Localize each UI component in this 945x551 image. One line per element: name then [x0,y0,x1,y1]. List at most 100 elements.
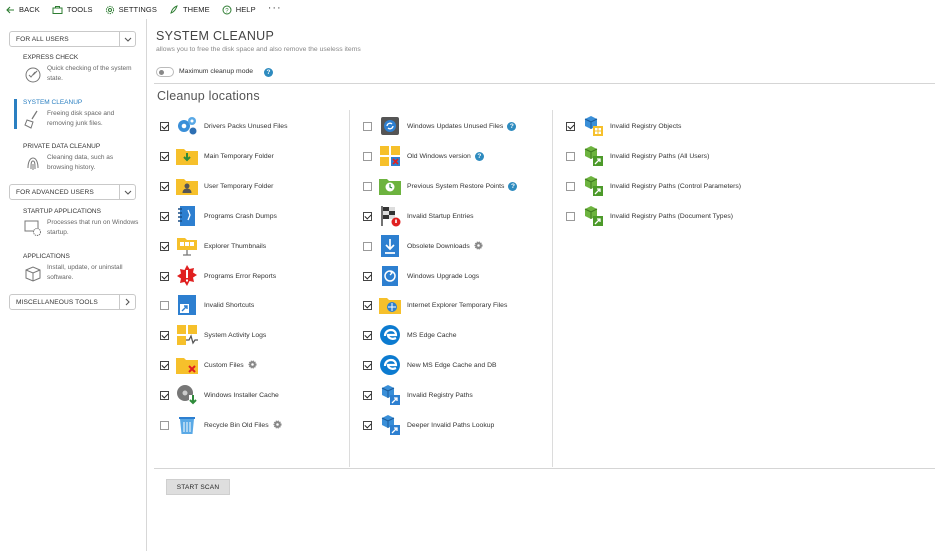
sidebar-item-applications[interactable]: APPLICATIONS Install, update, or uninsta… [14,253,142,289]
chevron-down-icon [119,185,135,199]
cleanup-item[interactable]: Invalid Shortcuts [160,293,254,317]
cleanup-item-label: Main Temporary Folder [204,152,274,160]
sidebar-item-private-data-cleanup[interactable]: PRIVATE DATA CLEANUP Cleaning data, such… [14,143,142,179]
cleanup-item-checkbox[interactable] [363,151,372,161]
sidebar-item-express-check[interactable]: EXPRESS CHECK Quick checking of the syst… [14,54,142,90]
back-button[interactable]: BACK [6,5,40,14]
registry-blue-icon [378,383,402,407]
cleanup-item-checkbox[interactable] [160,390,169,400]
theme-icon [170,4,178,14]
help-icon[interactable]: ? [507,121,517,131]
cleanup-item[interactable]: User Temporary Folder [160,174,273,198]
sidebar-item-system-cleanup[interactable]: SYSTEM CLEANUP Freeing disk space and re… [14,99,142,135]
cleanup-item-checkbox[interactable] [160,241,169,251]
help-icon[interactable]: ? [508,181,518,191]
column-divider [349,110,350,467]
cleanup-item-checkbox[interactable] [566,211,575,221]
cleanup-item-checkbox[interactable] [160,300,169,310]
cleanup-item-checkbox[interactable] [160,271,169,281]
toolbox-icon [52,6,63,14]
start-scan-button[interactable]: START SCAN [166,479,230,495]
cleanup-item[interactable]: Invalid Startup Entries [363,204,474,228]
cleanup-item-label: Programs Error Reports [204,272,277,280]
cleanup-item-checkbox[interactable] [363,390,372,400]
cleanup-item-checkbox[interactable] [363,121,372,131]
cleanup-item[interactable]: Deeper Invalid Paths Lookup [363,413,494,437]
active-indicator [14,99,17,129]
gear-icon[interactable] [474,240,483,252]
cleanup-item[interactable]: Obsolete Downloads [363,234,483,258]
cleanup-item[interactable]: Drivers Packs Unused Files [160,114,287,138]
cleanup-item[interactable]: System Activity Logs [160,323,266,347]
cleanup-item[interactable]: Programs Error Reports [160,264,276,288]
help-button[interactable]: ? HELP [222,5,256,15]
cleanup-item-checkbox[interactable] [363,360,372,370]
section-for-all-users[interactable]: FOR ALL USERS [9,31,136,47]
gear-icon [105,5,114,14]
registry-green-icon [581,144,605,168]
theme-button[interactable]: THEME [169,4,210,15]
cleanup-item[interactable]: New MS Edge Cache and DB [363,353,497,377]
cleanup-item-label: Invalid Registry Paths [407,391,473,399]
download-page-icon [378,234,402,258]
cleanup-item[interactable]: Old Windows version? [363,144,484,168]
cleanup-item-checkbox[interactable] [363,241,372,251]
cleanup-item-label: Custom Files [204,361,244,369]
cleanup-item-checkbox[interactable] [160,121,169,131]
cleanup-item[interactable]: Recycle Bin Old Files [160,413,282,437]
cleanup-item[interactable]: MS Edge Cache [363,323,457,347]
cleanup-item[interactable]: Windows Installer Cache [160,383,279,407]
windows-logo-icon [378,144,402,168]
cleanup-item-checkbox[interactable] [566,181,575,191]
tools-button[interactable]: TOOLS [52,5,93,14]
cleanup-item-checkbox[interactable] [363,330,372,340]
cleanup-item-checkbox[interactable] [160,330,169,340]
cleanup-item[interactable]: Explorer Thumbnails [160,234,266,258]
cleanup-item-label: Recycle Bin Old Files [204,421,269,429]
cleanup-item[interactable]: Invalid Registry Paths [363,383,473,407]
more-menu-button[interactable]: ··· [268,2,282,14]
upgrade-log-icon [378,264,402,288]
gear-icon[interactable] [248,359,257,371]
cleanup-item-label: Invalid Startup Entries [407,212,474,220]
cleanup-item[interactable]: Invalid Registry Paths (All Users) [566,144,709,168]
cleanup-item-checkbox[interactable] [363,271,372,281]
cleanup-item[interactable]: Invalid Registry Paths (Document Types) [566,204,733,228]
cleanup-item[interactable]: Custom Files [160,353,257,377]
maximum-cleanup-toggle[interactable] [156,67,174,77]
cleanup-item[interactable]: Windows Upgrade Logs [363,264,479,288]
cleanup-item-checkbox[interactable] [566,121,575,131]
cleanup-item-checkbox[interactable] [160,211,169,221]
cleanup-item[interactable]: Invalid Registry Objects [566,114,681,138]
cleanup-item[interactable]: Windows Updates Unused Files? [363,114,517,138]
sidebar-item-desc: Freeing disk space and removing junk fil… [47,110,115,127]
disk-download-icon [175,383,199,407]
divider [154,83,935,84]
cleanup-item-checkbox[interactable] [160,420,169,430]
cleanup-item-checkbox[interactable] [566,151,575,161]
cleanup-item-label: Explorer Thumbnails [204,242,267,250]
cleanup-item-checkbox[interactable] [363,181,372,191]
registry-green-icon [581,174,605,198]
cleanup-item-checkbox[interactable] [160,360,169,370]
cleanup-item[interactable]: Programs Crash Dumps [160,204,277,228]
section-miscellaneous-tools[interactable]: MISCELLANEOUS TOOLS [9,294,136,310]
cleanup-item-checkbox[interactable] [363,211,372,221]
cleanup-item-label: Invalid Shortcuts [204,301,255,309]
sidebar-item-title: EXPRESS CHECK [23,54,79,61]
cleanup-item[interactable]: Previous System Restore Points? [363,174,518,198]
settings-button[interactable]: SETTINGS [105,5,157,15]
sidebar-item-startup-applications[interactable]: STARTUP APPLICATIONS Processes that run … [14,208,142,244]
gear-icon[interactable] [273,419,282,431]
cleanup-item[interactable]: Invalid Registry Paths (Control Paramete… [566,174,741,198]
maximum-cleanup-help-icon[interactable]: ? [264,68,273,77]
section-for-advanced-users[interactable]: FOR ADVANCED USERS [9,184,136,200]
cleanup-item-checkbox[interactable] [160,151,169,161]
cleanup-item-checkbox[interactable] [363,300,372,310]
cleanup-item-checkbox[interactable] [363,420,372,430]
help-icon[interactable]: ? [474,151,484,161]
cleanup-item[interactable]: Internet Explorer Temporary Files [363,293,507,317]
cleanup-item[interactable]: Main Temporary Folder [160,144,274,168]
folder-user-icon [175,174,199,198]
cleanup-item-checkbox[interactable] [160,181,169,191]
